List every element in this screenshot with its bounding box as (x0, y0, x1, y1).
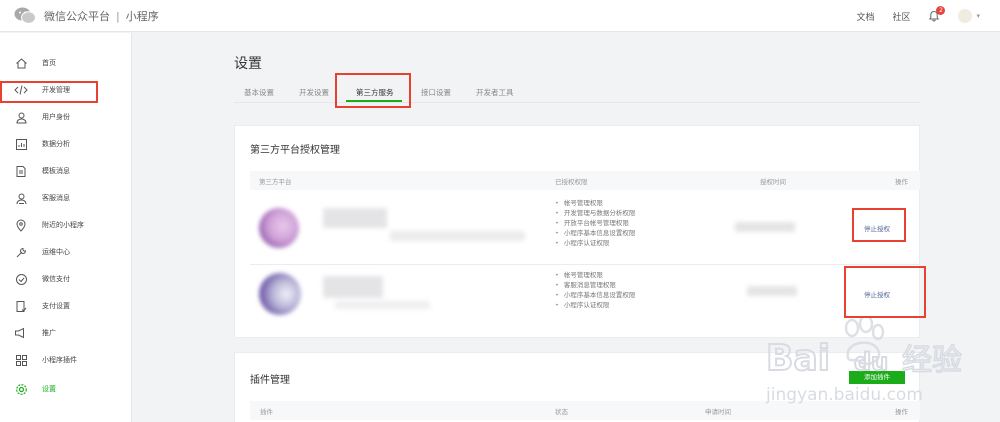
permission-item: 小程序基本信息设置权限 (555, 228, 636, 238)
sidebar-item-settings[interactable]: 设置 (0, 379, 132, 399)
third-party-auth-card: 第三方平台授权管理 第三方平台 已授权权限 授权时间 操作 帐号管理权限 开发管… (234, 125, 920, 338)
platform-name-redacted (323, 276, 383, 298)
payment-settings-icon (14, 299, 28, 313)
permission-list: 帐号管理权限 开发管理与数据分析权限 开放平台帐号管理权限 小程序基本信息设置权… (555, 198, 636, 248)
plugin-icon (14, 353, 28, 367)
sidebar-item-payment-settings[interactable]: 支付设置 (0, 296, 132, 316)
row-divider (250, 264, 920, 265)
sidebar-item-label: 支付设置 (42, 302, 70, 310)
highlight-box-third-party-tab (335, 73, 411, 108)
permission-item: 小程序基本信息设置权限 (555, 290, 636, 300)
sidebar-item-wechat-pay[interactable]: 微信支付 (0, 269, 132, 289)
home-icon (14, 56, 28, 70)
sidebar-item-label: 运维中心 (42, 248, 70, 256)
plugin-card-title: 插件管理 (250, 375, 290, 386)
permission-item: 帐号管理权限 (555, 270, 635, 280)
wechat-logo-icon[interactable] (14, 7, 36, 24)
sidebar-item-label: 数据分析 (42, 140, 70, 148)
sidebar-item-label: 首页 (42, 59, 56, 67)
column-header-platform: 第三方平台 (259, 178, 292, 186)
sidebar-item-template-message[interactable]: 模板消息 (0, 161, 132, 181)
tab-developer-tools[interactable]: 开发者工具 (476, 87, 514, 98)
wrench-icon (14, 245, 28, 259)
sidebar-item-label: 推广 (42, 329, 56, 337)
chart-icon (14, 137, 28, 151)
tab-basic-settings[interactable]: 基本设置 (244, 87, 274, 98)
baidu-paw-logo: Bai du 经验 jingyan.baidu.com (765, 314, 963, 405)
community-link[interactable]: 社区 (892, 10, 910, 23)
sidebar-item-ops-center[interactable]: 运维中心 (0, 242, 132, 262)
sidebar-item-label: 微信支付 (42, 275, 70, 283)
column-header-apply-time: 申请时间 (705, 408, 731, 416)
platform-avatar (259, 208, 299, 248)
brand-separator: | (116, 10, 120, 23)
chevron-down-icon[interactable]: ▾ (976, 12, 980, 20)
top-bar: 微信公众平台 | 小程序 文档 社区 2 ▾ (0, 0, 1000, 32)
sidebar-item-label: 客服消息 (42, 194, 70, 202)
pay-icon (14, 272, 28, 286)
permission-item: 开放平台帐号管理权限 (555, 218, 635, 228)
user-icon (14, 110, 28, 124)
brand-name: 微信公众平台 (44, 10, 110, 23)
platform-name-redacted (323, 208, 387, 228)
sidebar-item-label: 模板消息 (42, 167, 70, 175)
notification-count-badge: 2 (936, 6, 946, 15)
column-header-auth-time: 授权时间 (760, 178, 786, 186)
location-icon (14, 218, 28, 232)
permission-item: 帐号管理权限 (555, 198, 635, 208)
auth-time-redacted (735, 222, 795, 232)
permission-item: 开发管理与数据分析权限 (555, 208, 636, 218)
watermark-logo-text-2: du (854, 348, 888, 376)
watermark-cn-text: 经验 (902, 343, 962, 378)
column-header-status: 状态 (555, 408, 568, 416)
document-icon (14, 164, 28, 178)
page-title: 设置 (234, 56, 262, 72)
sidebar-item-label: 用户身份 (42, 113, 70, 121)
gear-icon (14, 382, 28, 396)
highlight-box-dev-management (0, 81, 98, 103)
permission-item: 客服消息管理权限 (555, 280, 635, 290)
sidebar-item-label: 设置 (42, 385, 56, 393)
sidebar-item-user-identity[interactable]: 用户身份 (0, 107, 132, 127)
sidebar-item-analytics[interactable]: 数据分析 (0, 134, 132, 154)
tab-interface-settings[interactable]: 接口设置 (421, 87, 451, 98)
product-name: 小程序 (125, 10, 159, 23)
auth-time-redacted (747, 286, 797, 296)
baidu-jingyan-watermark: Bai du 经验 jingyan.baidu.com (762, 314, 992, 422)
megaphone-icon (14, 326, 28, 340)
permission-item: 小程序认证权限 (555, 238, 635, 248)
brand-title: 微信公众平台 | 小程序 (44, 8, 159, 24)
sidebar-item-label: 小程序插件 (42, 356, 77, 364)
column-header-permissions: 已授权权限 (555, 178, 588, 186)
permission-item: 小程序认证权限 (555, 300, 635, 310)
permission-list: 帐号管理权限 客服消息管理权限 小程序基本信息设置权限 小程序认证权限 (555, 270, 636, 310)
column-header-plugin: 插件 (260, 408, 273, 416)
sidebar-item-nearby-miniprogram[interactable]: 附近的小程序 (0, 215, 132, 235)
notification-bell[interactable]: 2 (928, 6, 946, 22)
third-party-card-title: 第三方平台授权管理 (250, 145, 340, 156)
tab-dev-settings[interactable]: 开发设置 (299, 87, 329, 98)
customer-service-icon (14, 191, 28, 205)
user-avatar[interactable] (958, 9, 973, 23)
platform-desc-redacted (390, 231, 525, 241)
platform-desc-redacted (335, 301, 430, 309)
docs-link[interactable]: 文档 (856, 10, 874, 23)
highlight-box-revoke-2 (844, 266, 926, 318)
platform-avatar (259, 273, 301, 315)
highlight-box-revoke-1 (852, 208, 906, 242)
sidebar-item-plugins[interactable]: 小程序插件 (0, 350, 132, 370)
watermark-logo-text: Bai (766, 338, 830, 379)
sidebar-item-home[interactable]: 首页 (0, 53, 132, 73)
column-header-action: 操作 (895, 178, 908, 186)
top-right-nav: 文档 社区 2 ▾ (856, 6, 980, 23)
watermark-url: jingyan.baidu.com (765, 385, 923, 405)
third-party-table-header: 第三方平台 已授权权限 授权时间 操作 (250, 171, 920, 190)
sidebar-item-promotion[interactable]: 推广 (0, 323, 132, 343)
sidebar-item-label: 附近的小程序 (42, 221, 84, 229)
sidebar-item-customer-service[interactable]: 客服消息 (0, 188, 132, 208)
